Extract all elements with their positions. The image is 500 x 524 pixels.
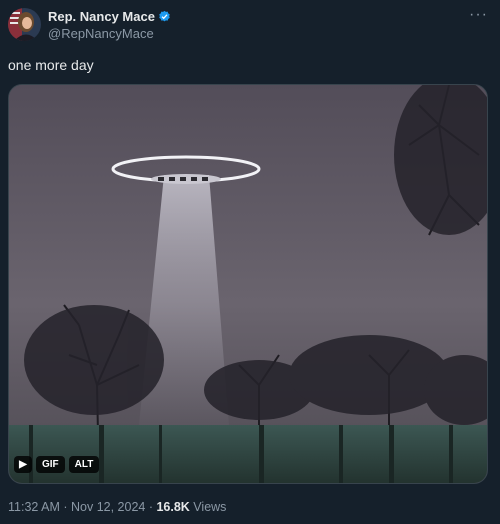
- alt-text-button[interactable]: ALT: [68, 456, 100, 473]
- avatar[interactable]: [8, 8, 41, 41]
- play-icon[interactable]: ▶: [14, 456, 32, 473]
- author-name[interactable]: Rep. Nancy Mace: [48, 9, 155, 24]
- separator-1: ·: [59, 500, 71, 514]
- tweet-media-gif[interactable]: [8, 84, 488, 484]
- tweet-text: one more day: [8, 57, 94, 73]
- tweet-date[interactable]: Nov 12, 2024: [71, 500, 145, 514]
- more-options-icon[interactable]: ···: [469, 6, 488, 24]
- ufo-gif: [9, 85, 487, 483]
- separator-2: ·: [145, 500, 157, 514]
- tweet-metadata: 11:32 AM · Nov 12, 2024 · 16.8K Views: [8, 500, 226, 514]
- gif-badge: GIF: [36, 456, 65, 473]
- media-badges: ▶ GIF ALT: [14, 456, 100, 473]
- verified-badge-icon: [158, 10, 171, 23]
- tweet-time[interactable]: 11:32 AM: [8, 500, 60, 514]
- views-count: 16.8K: [156, 500, 190, 514]
- author-handle[interactable]: @RepNancyMace: [48, 26, 154, 41]
- views-label: Views: [189, 500, 227, 514]
- author-name-row[interactable]: Rep. Nancy Mace: [48, 9, 171, 24]
